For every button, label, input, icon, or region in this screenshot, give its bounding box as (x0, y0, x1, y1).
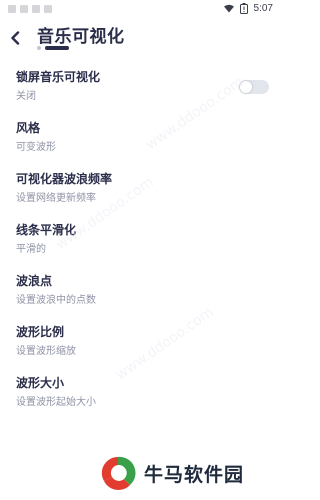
back-button[interactable] (5, 28, 25, 50)
setting-title: 风格 (16, 121, 41, 135)
toggle-knob (240, 81, 252, 93)
status-time: 5:07 (253, 3, 273, 14)
setting-subtitle: 可变波形 (16, 142, 56, 153)
setting-title: 可视化器波浪频率 (16, 172, 113, 186)
setting-title: 锁屏音乐可视化 (16, 70, 101, 84)
setting-waveform-scale[interactable]: 波形比例 设置波形缩放 (0, 317, 281, 368)
notification-icon (8, 5, 16, 13)
setting-subtitle: 设置波形缩放 (16, 346, 76, 357)
setting-title: 波浪点 (16, 274, 53, 288)
settings-list: 锁屏音乐可视化 关闭 风格 可变波形 可视化器波浪频率 设置网络更新频率 线条平… (0, 62, 281, 419)
indicator-dot (37, 46, 41, 50)
status-indicators: 5:07 (223, 3, 273, 14)
setting-wave-frequency[interactable]: 可视化器波浪频率 设置网络更新频率 (0, 164, 281, 215)
setting-title: 线条平滑化 (16, 223, 77, 237)
notification-icon (32, 5, 40, 13)
logo-text: 牛马软件园 (144, 463, 245, 486)
setting-title: 波形大小 (16, 376, 65, 390)
page-title: 音乐可视化 (37, 27, 125, 47)
setting-subtitle: 平滑的 (16, 244, 46, 255)
header: 音乐可视化 (0, 18, 281, 58)
title-indicator (37, 46, 69, 50)
notification-icon (44, 5, 52, 13)
setting-subtitle: 设置波形起始大小 (16, 397, 96, 408)
status-bar: 5:07 (0, 0, 281, 20)
app-screen: 5:07 音乐可视化 锁屏音乐可视化 关闭 风格 可变波形 可视化器波浪频率 设… (0, 0, 281, 500)
setting-waveform-size[interactable]: 波形大小 设置波形起始大小 (0, 368, 281, 419)
wifi-icon (223, 4, 234, 13)
logo-mark-icon (100, 455, 136, 491)
status-notifications (8, 5, 52, 13)
notification-icon (20, 5, 28, 13)
footer-logo: 牛马软件园 (100, 455, 244, 491)
setting-subtitle: 关闭 (16, 91, 36, 102)
indicator-bar (45, 46, 69, 50)
setting-wave-points[interactable]: 波浪点 设置波浪中的点数 (0, 266, 281, 317)
setting-subtitle: 设置波浪中的点数 (16, 295, 96, 306)
setting-style[interactable]: 风格 可变波形 (0, 113, 281, 164)
setting-subtitle: 设置网络更新频率 (16, 193, 96, 204)
setting-lockscreen-visualizer[interactable]: 锁屏音乐可视化 关闭 (0, 62, 281, 113)
battery-icon (239, 3, 248, 14)
setting-line-smoothing[interactable]: 线条平滑化 平滑的 (0, 215, 281, 266)
lockscreen-visualizer-toggle[interactable] (239, 80, 269, 94)
setting-title: 波形比例 (16, 325, 65, 339)
back-arrow-icon (10, 30, 20, 49)
